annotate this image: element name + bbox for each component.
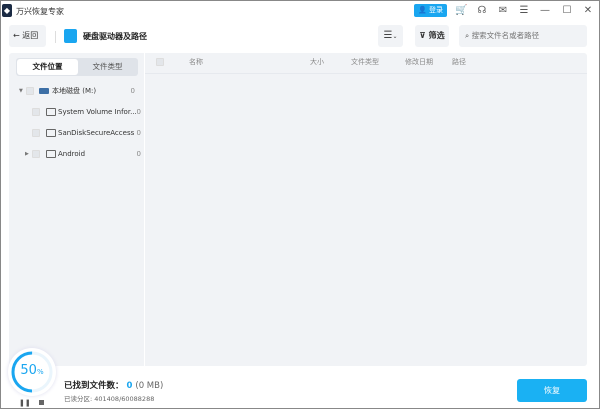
folder-icon [46, 150, 56, 158]
pause-icon[interactable]: ❚❚ [19, 399, 31, 407]
tree-item-label: Android [58, 150, 86, 158]
app-logo-icon: ◆ [2, 4, 12, 17]
tab-file-location[interactable]: 文件位置 [17, 59, 78, 75]
found-size: (0 MB) [135, 381, 164, 391]
found-count: 0 [126, 381, 133, 391]
tree-item[interactable]: ▶ Android 0 [9, 147, 144, 161]
checkbox[interactable] [32, 129, 40, 137]
close-icon[interactable]: ✕ [582, 4, 594, 17]
column-path[interactable]: 路径 [452, 53, 466, 71]
checkbox[interactable] [26, 87, 34, 95]
tree-item-label: 本地磁盘 (M:) [52, 87, 97, 95]
scanned-sectors: 已读分区: 401408/60088288 [64, 395, 155, 403]
progress-text: 50% [8, 363, 56, 378]
title-bar: ◆ 万兴恢复专家 👤 登录 🛒 ☊ ✉ ☰ — ☐ ✕ [1, 1, 599, 21]
expand-arrow-icon[interactable]: ▼ [19, 84, 23, 98]
mail-icon[interactable]: ✉ [497, 4, 509, 17]
login-button[interactable]: 👤 登录 [414, 4, 447, 17]
filter-label: 筛选 [428, 31, 445, 40]
search-box[interactable]: ⌕ [459, 25, 587, 47]
checkbox[interactable] [32, 150, 40, 158]
column-name[interactable]: 名称 [189, 53, 203, 71]
found-summary: 已找到文件数： 0 (0 MB) [64, 379, 163, 391]
minimize-icon[interactable]: — [539, 4, 551, 17]
tab-file-type[interactable]: 文件类型 [77, 59, 138, 75]
tree-item-label: System Volume Infor... [58, 108, 137, 116]
tree-item[interactable]: SanDiskSecureAccess 0 [9, 126, 144, 140]
disk-icon [39, 88, 49, 94]
divider [55, 31, 56, 43]
search-input[interactable] [471, 31, 577, 40]
column-size[interactable]: 大小 [310, 53, 324, 71]
tree-item[interactable]: ▼ 本地磁盘 (M:) 0 [9, 84, 144, 98]
breadcrumb: 硬盘驱动器及路径 [83, 32, 147, 41]
headset-icon[interactable]: ☊ [476, 4, 488, 17]
stop-icon[interactable] [39, 400, 44, 405]
tree-item[interactable]: System Volume Infor... 0 [9, 105, 144, 119]
back-label: 返回 [22, 31, 39, 40]
found-label: 已找到文件数： [64, 381, 124, 391]
tree-item-count: 0 [136, 108, 141, 116]
menu-icon[interactable]: ☰ [518, 4, 530, 17]
view-mode-dropdown[interactable]: ☰⌄ [378, 25, 403, 47]
recover-button[interactable]: 恢复 [517, 379, 587, 402]
folder-icon [46, 129, 56, 137]
tree-item-count: 0 [130, 87, 135, 95]
progress-number: 50 [20, 363, 37, 378]
checkbox[interactable] [32, 108, 40, 116]
select-all-checkbox[interactable] [156, 58, 164, 66]
tab-bar: 文件位置 文件类型 [16, 58, 138, 76]
progress-unit: % [36, 368, 44, 376]
app-window: ◆ 万兴恢复专家 👤 登录 🛒 ☊ ✉ ☰ — ☐ ✕ ← 返回 硬盘驱动器及路… [0, 0, 600, 409]
column-type[interactable]: 文件类型 [351, 53, 379, 71]
scan-progress: 50% [8, 348, 56, 396]
expand-arrow-icon[interactable]: ▶ [25, 147, 29, 161]
maximize-icon[interactable]: ☐ [561, 4, 573, 17]
table-header: 名称 大小 文件类型 修改日期 路径 [145, 53, 587, 74]
back-button[interactable]: ← 返回 [9, 25, 46, 47]
cart-icon[interactable]: 🛒 [455, 4, 467, 17]
filter-button[interactable]: ⊽ 筛选 [415, 25, 449, 47]
search-icon: ⌕ [465, 31, 470, 40]
file-list-panel: 名称 大小 文件类型 修改日期 路径 [145, 53, 587, 366]
location-panel: 文件位置 文件类型 ▼ 本地磁盘 (M:) 0 System Volume In… [9, 53, 144, 366]
tree-item-count: 0 [136, 150, 141, 158]
folder-icon [46, 108, 56, 116]
column-modified[interactable]: 修改日期 [405, 53, 433, 71]
hard-drive-icon [64, 29, 77, 43]
login-label: 登录 [428, 6, 443, 14]
tree-item-label: SanDiskSecureAccess [58, 129, 135, 137]
app-title: 万兴恢复专家 [16, 7, 64, 16]
tree-item-count: 0 [136, 129, 141, 137]
